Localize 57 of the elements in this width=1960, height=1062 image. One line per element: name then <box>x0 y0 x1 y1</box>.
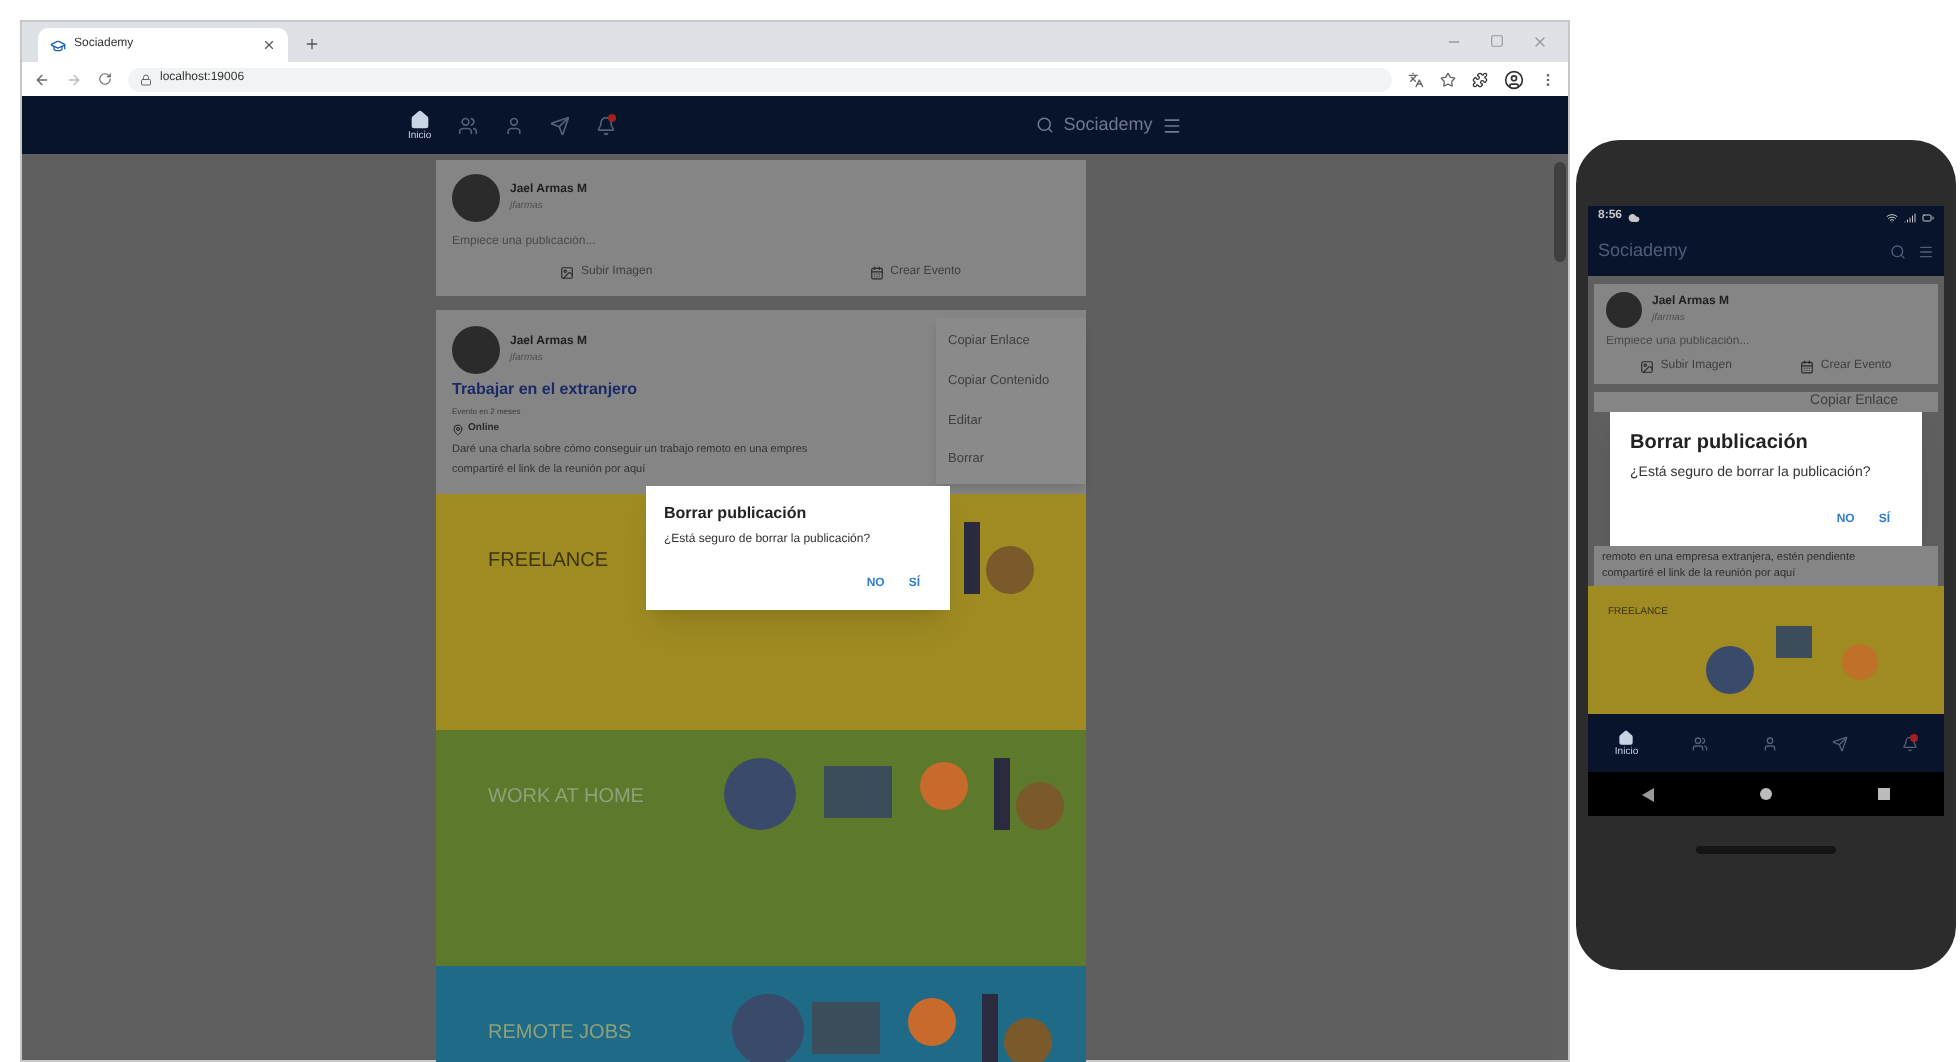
nav-tab[interactable] <box>595 115 616 135</box>
app-title: Sociademy <box>1598 238 1690 265</box>
nav-tab[interactable] <box>1761 735 1778 751</box>
dialog-title: Borrar publicación <box>664 502 809 526</box>
home-icon <box>1618 729 1635 745</box>
person-icon <box>1761 735 1778 751</box>
avatar <box>452 174 500 222</box>
signal-icon <box>1904 211 1916 223</box>
brand-name: Sociademy <box>1063 111 1153 138</box>
bell-icon <box>595 115 616 135</box>
avatar <box>1606 292 1642 328</box>
dialog-title: Borrar publicación <box>1630 430 1810 458</box>
nav-tab[interactable] <box>549 115 570 135</box>
nav-tab[interactable] <box>1691 735 1708 751</box>
image-icon <box>1640 360 1655 374</box>
banner-label: REMOTE JOBS <box>488 1020 632 1048</box>
maximize-icon[interactable] <box>1490 34 1504 48</box>
person-icon <box>503 115 524 135</box>
menu-icon[interactable] <box>1162 115 1183 135</box>
new-tab-icon[interactable] <box>304 36 320 52</box>
back-icon[interactable] <box>1641 787 1654 801</box>
banner-label: FREELANCE <box>488 548 609 576</box>
battery-icon <box>1922 211 1934 223</box>
nav-tab[interactable] <box>1831 735 1848 751</box>
reload-icon[interactable] <box>98 72 112 86</box>
puzzle-icon[interactable] <box>1472 71 1488 87</box>
back-icon[interactable] <box>34 71 50 87</box>
calendar-icon <box>870 266 885 280</box>
translate-icon[interactable] <box>1408 71 1424 87</box>
avatar <box>452 326 500 374</box>
lock-icon <box>140 73 152 85</box>
nav-tab[interactable] <box>503 115 524 135</box>
calendar-icon <box>1800 360 1815 374</box>
search-icon[interactable] <box>1890 244 1906 260</box>
banner-label: WORK AT HOME <box>488 784 644 812</box>
home-icon <box>409 109 430 129</box>
graduation-cap-icon <box>50 37 66 53</box>
nav-tab[interactable] <box>457 115 478 135</box>
send-icon <box>1831 735 1848 751</box>
home-icon[interactable] <box>1759 788 1772 800</box>
location-pin-icon <box>452 423 464 436</box>
send-icon <box>549 115 570 135</box>
star-icon[interactable] <box>1440 71 1456 87</box>
nav-tab[interactable] <box>1901 735 1918 751</box>
recents-icon[interactable] <box>1878 788 1891 800</box>
wifi-icon <box>1886 211 1898 223</box>
post-title[interactable]: Trabajar en el extranjero <box>452 378 637 402</box>
image-icon <box>560 266 575 280</box>
search-icon[interactable] <box>1035 116 1054 134</box>
forward-icon[interactable] <box>66 71 82 87</box>
menu-icon[interactable] <box>1918 244 1934 260</box>
cloud-icon <box>1628 211 1641 223</box>
close-icon[interactable] <box>262 38 276 52</box>
bell-icon <box>1901 735 1918 751</box>
people-icon <box>1691 735 1708 751</box>
people-icon <box>457 115 478 135</box>
profile-icon[interactable] <box>1504 69 1524 89</box>
